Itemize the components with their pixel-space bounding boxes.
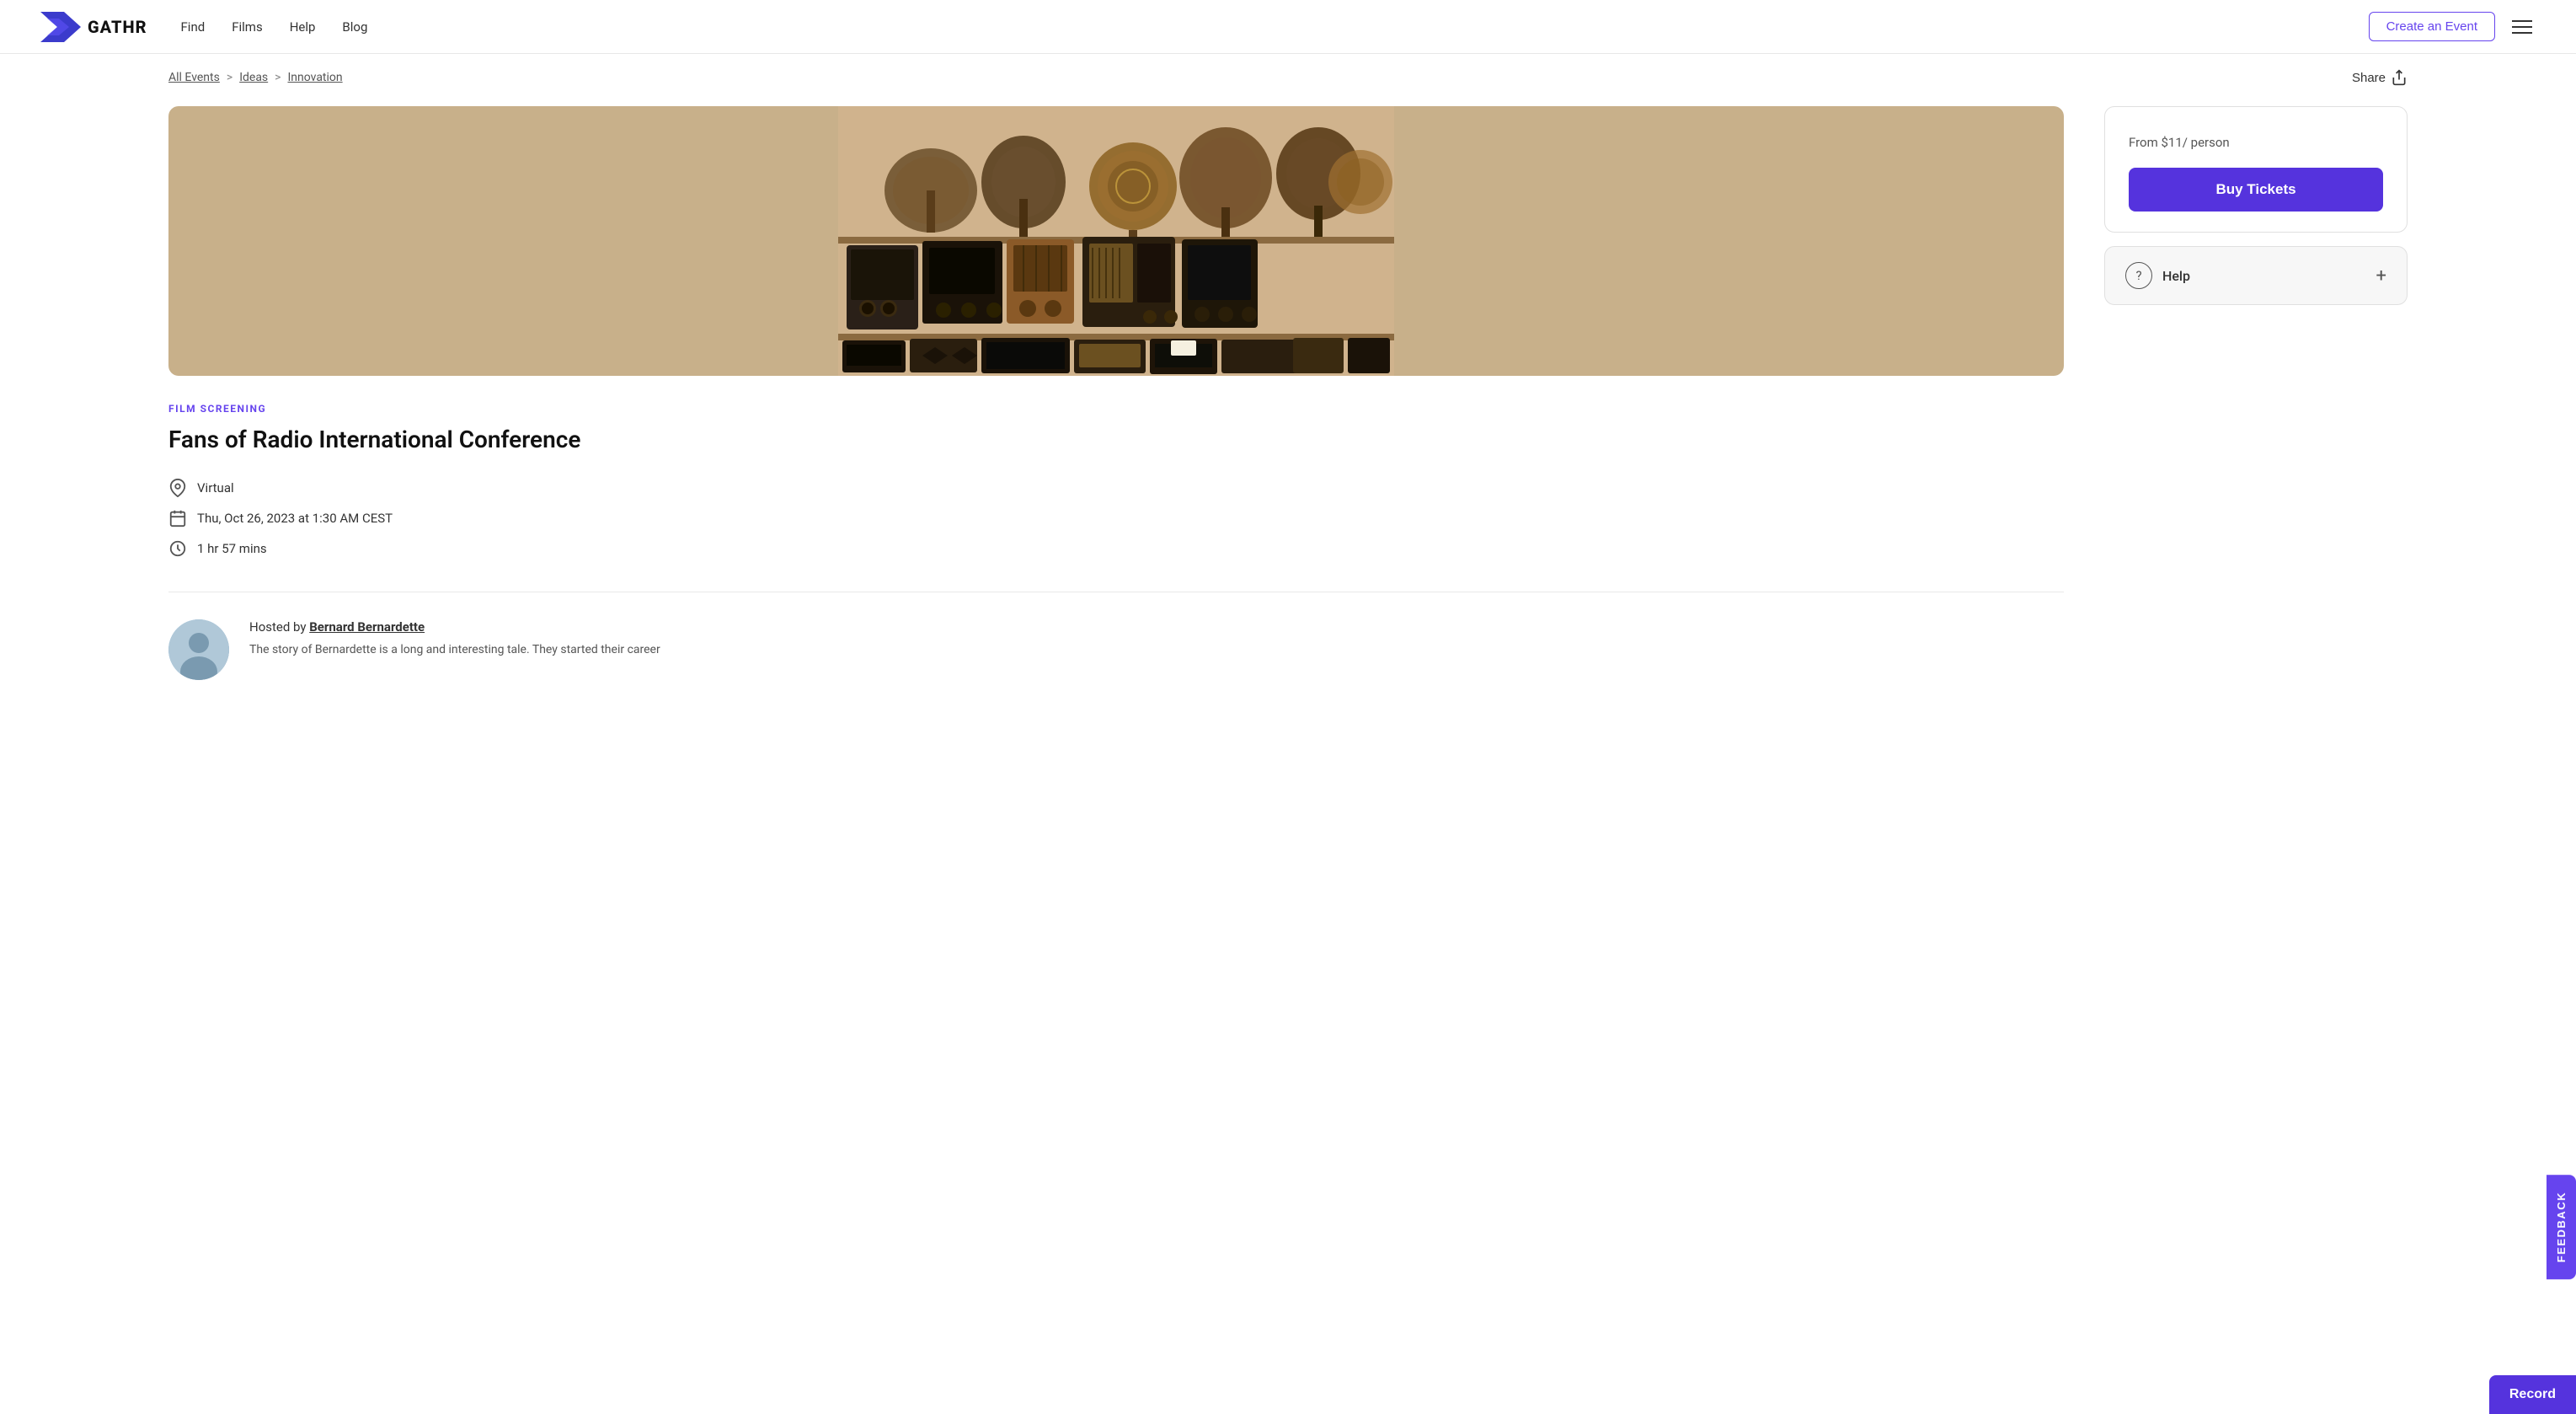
location-text: Virtual bbox=[197, 480, 234, 495]
price-from: From $11 bbox=[2129, 135, 2183, 150]
event-image bbox=[168, 106, 2064, 376]
event-image-svg bbox=[168, 106, 2064, 376]
date-text: Thu, Oct 26, 2023 at 1:30 AM CEST bbox=[197, 511, 393, 526]
clock-icon bbox=[168, 539, 187, 558]
host-avatar bbox=[168, 619, 229, 680]
breadcrumb: All Events > Ideas > Innovation bbox=[168, 71, 343, 84]
right-column: From $11/ person Buy Tickets ? Help + bbox=[2104, 106, 2408, 305]
share-icon bbox=[2391, 69, 2408, 86]
logo-text: GATHR bbox=[88, 17, 147, 37]
event-title: Fans of Radio International Conference bbox=[168, 425, 2064, 455]
share-button[interactable]: Share bbox=[2352, 69, 2408, 86]
price-line: From $11/ person bbox=[2129, 131, 2383, 151]
ticket-card: From $11/ person Buy Tickets bbox=[2104, 106, 2408, 233]
event-category: FILM SCREENING bbox=[168, 403, 2064, 415]
avatar-svg bbox=[168, 619, 229, 680]
nav-find[interactable]: Find bbox=[181, 19, 206, 35]
record-button[interactable]: Record bbox=[2489, 1375, 2576, 1414]
hamburger-line-1 bbox=[2512, 20, 2532, 22]
duration-text: 1 hr 57 mins bbox=[197, 541, 267, 556]
header: GATHR Find Films Help Blog Create an Eve… bbox=[0, 0, 2576, 54]
nav-help[interactable]: Help bbox=[290, 19, 316, 35]
meta-location: Virtual bbox=[168, 479, 2064, 497]
help-icon: ? bbox=[2125, 262, 2152, 289]
event-meta: Virtual Thu, Oct 26, 2023 at 1:30 AM CES… bbox=[168, 479, 2064, 558]
breadcrumb-all-events[interactable]: All Events bbox=[168, 71, 220, 84]
main-content: FILM SCREENING Fans of Radio Internation… bbox=[0, 86, 2576, 731]
meta-duration: 1 hr 57 mins bbox=[168, 539, 2064, 558]
location-icon bbox=[168, 479, 187, 497]
hosted-by-section: Hosted by Bernard Bernardette The story … bbox=[168, 619, 2064, 680]
nav-blog[interactable]: Blog bbox=[342, 19, 367, 35]
nav-films[interactable]: Films bbox=[232, 19, 262, 35]
header-left: GATHR Find Films Help Blog bbox=[40, 12, 367, 42]
feedback-button[interactable]: FEEDBACK bbox=[2547, 1175, 2576, 1279]
meta-date: Thu, Oct 26, 2023 at 1:30 AM CEST bbox=[168, 509, 2064, 528]
host-info: Hosted by Bernard Bernardette The story … bbox=[249, 619, 2064, 659]
breadcrumb-sep-1: > bbox=[227, 71, 232, 84]
calendar-icon bbox=[168, 509, 187, 528]
main-nav: Find Films Help Blog bbox=[181, 19, 368, 35]
hamburger-button[interactable] bbox=[2509, 17, 2536, 37]
host-name[interactable]: Bernard Bernardette bbox=[309, 619, 425, 635]
header-right: Create an Event bbox=[2369, 12, 2536, 41]
left-column: FILM SCREENING Fans of Radio Internation… bbox=[168, 106, 2064, 680]
host-label: Hosted by Bernard Bernardette bbox=[249, 619, 2064, 635]
help-text: Help bbox=[2162, 268, 2190, 284]
breadcrumb-innovation[interactable]: Innovation bbox=[287, 71, 342, 84]
hamburger-line-3 bbox=[2512, 32, 2532, 34]
hamburger-line-2 bbox=[2512, 26, 2532, 28]
create-event-button[interactable]: Create an Event bbox=[2369, 12, 2495, 41]
help-left: ? Help bbox=[2125, 262, 2190, 289]
logo-icon bbox=[40, 12, 81, 42]
buy-tickets-button[interactable]: Buy Tickets bbox=[2129, 168, 2383, 212]
price-per: / person bbox=[2183, 135, 2230, 150]
breadcrumb-ideas[interactable]: Ideas bbox=[239, 71, 268, 84]
plus-icon: + bbox=[2376, 265, 2386, 287]
logo[interactable]: GATHR bbox=[40, 12, 147, 42]
help-card[interactable]: ? Help + bbox=[2104, 246, 2408, 305]
breadcrumb-sep-2: > bbox=[275, 71, 281, 84]
share-label: Share bbox=[2352, 71, 2386, 85]
breadcrumb-bar: All Events > Ideas > Innovation Share bbox=[0, 54, 2576, 86]
host-description: The story of Bernardette is a long and i… bbox=[249, 641, 2064, 659]
